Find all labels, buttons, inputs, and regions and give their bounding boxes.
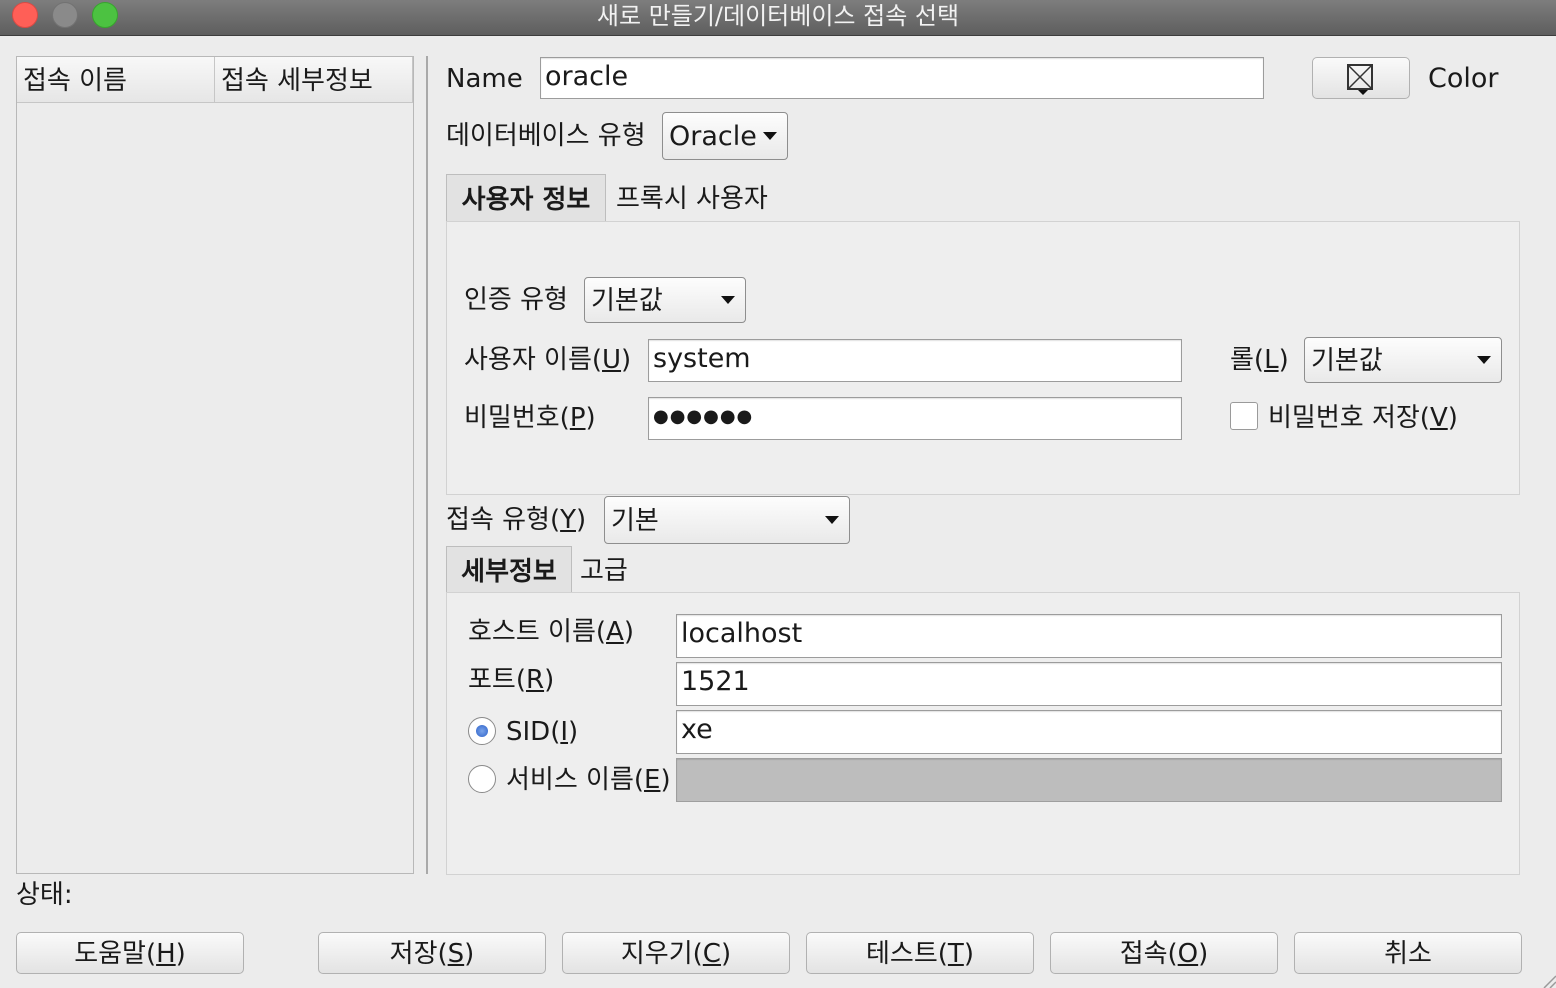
db-type-selected-value: Oracle [669, 121, 757, 152]
password-label: 비밀번호(P) [464, 403, 596, 433]
chevron-down-icon [763, 132, 777, 140]
role-selected-value: 기본값 [1311, 346, 1383, 376]
service-name-radio[interactable] [468, 765, 496, 793]
color-label: Color [1428, 63, 1499, 94]
conn-type-selected-value: 기본 [611, 506, 659, 536]
tab-advanced[interactable]: 고급 [580, 552, 628, 590]
split-pane-divider[interactable] [426, 56, 428, 874]
name-label: Name [446, 64, 523, 94]
conn-type-select[interactable]: 기본 [604, 496, 850, 544]
service-name-label: 서비스 이름(E) [506, 765, 671, 795]
sid-label: SID(I) [506, 717, 579, 747]
auth-type-select[interactable]: 기본값 [584, 277, 746, 323]
chevron-down-icon [1477, 356, 1491, 364]
chevron-down-icon [825, 516, 839, 524]
auth-type-selected-value: 기본값 [591, 286, 663, 316]
save-password-checkbox[interactable] [1230, 402, 1258, 430]
tab-details[interactable]: 세부정보 [446, 546, 572, 593]
name-field[interactable]: oracle [540, 57, 1264, 99]
save-password-label: 비밀번호 저장(V) [1268, 403, 1458, 433]
username-field[interactable]: system [648, 339, 1182, 382]
service-name-field [676, 758, 1502, 802]
column-header-connection-name[interactable]: 접속 이름 [17, 57, 215, 103]
save-button[interactable]: 저장(S) [318, 932, 546, 974]
port-label: 포트(R) [468, 665, 555, 695]
port-field[interactable]: 1521 [676, 662, 1502, 706]
resize-grip-icon[interactable] [1540, 972, 1556, 988]
color-picker-button[interactable] [1312, 57, 1410, 99]
username-label: 사용자 이름(U) [464, 345, 632, 375]
chevron-down-icon [721, 296, 735, 304]
db-type-select[interactable]: Oracle [662, 112, 788, 160]
db-type-label: 데이터베이스 유형 [446, 121, 646, 151]
role-label: 롤(L) [1230, 345, 1289, 375]
sid-field[interactable]: xe [676, 710, 1502, 754]
test-button[interactable]: 테스트(T) [806, 932, 1034, 974]
tab-user-info[interactable]: 사용자 정보 [446, 174, 606, 222]
tab-proxy-user[interactable]: 프록시 사용자 [616, 180, 768, 218]
connection-list[interactable]: 접속 이름 접속 세부정보 [16, 56, 414, 874]
clear-button[interactable]: 지우기(C) [562, 932, 790, 974]
window-title: 새로 만들기/데이터베이스 접속 선택 [596, 2, 960, 30]
status-label: 상태: [16, 880, 73, 910]
column-header-connection-details[interactable]: 접속 세부정보 [215, 57, 413, 103]
role-select[interactable]: 기본값 [1304, 337, 1502, 383]
host-label: 호스트 이름(A) [468, 617, 634, 647]
connect-button[interactable]: 접속(O) [1050, 932, 1278, 974]
conn-type-label: 접속 유형(Y) [446, 505, 587, 535]
host-field[interactable]: localhost [676, 614, 1502, 658]
title-bar: 새로 만들기/데이터베이스 접속 선택 [0, 0, 1556, 36]
color-swatch-none-icon [1347, 64, 1373, 95]
password-field[interactable]: ●●●●●● [648, 397, 1182, 440]
help-button[interactable]: 도움말(H) [16, 932, 244, 974]
cancel-button[interactable]: 취소 [1294, 932, 1522, 974]
sid-radio[interactable] [468, 717, 496, 745]
auth-type-label: 인증 유형 [464, 285, 568, 315]
